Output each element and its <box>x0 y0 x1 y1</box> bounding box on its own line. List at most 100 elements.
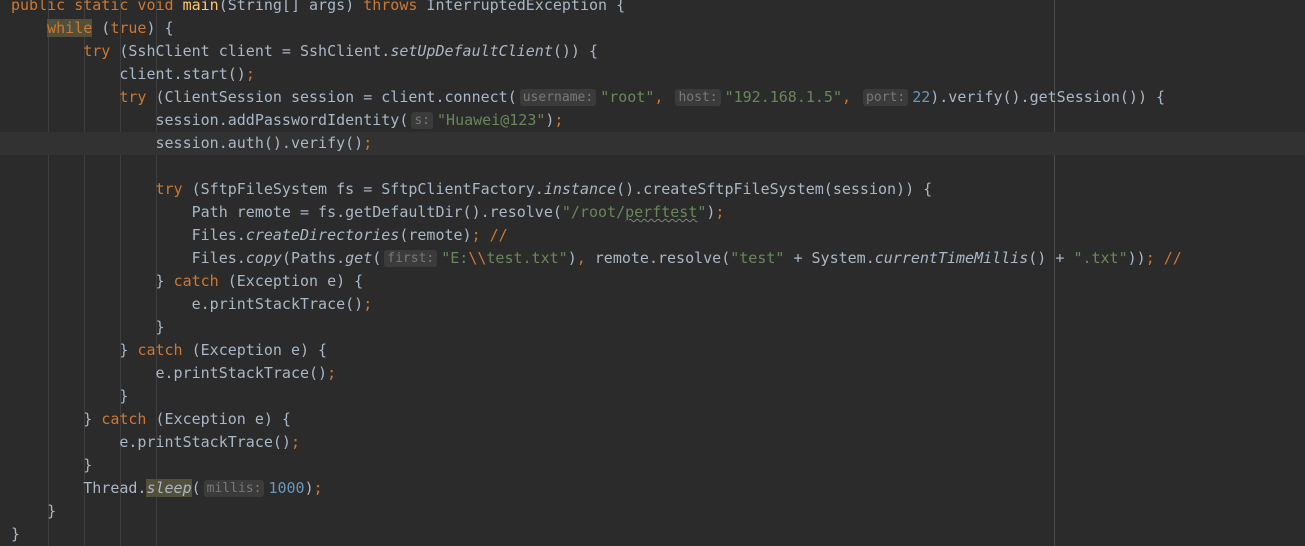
code-line[interactable]: } <box>0 316 1305 339</box>
code-token: (Exception e) { <box>182 341 328 359</box>
code-line[interactable]: e.printStackTrace(); <box>0 431 1305 454</box>
code-line[interactable]: e.printStackTrace(); <box>0 293 1305 316</box>
code-line[interactable]: } <box>0 523 1305 546</box>
code-line[interactable]: try (SshClient client = SshClient.setUpD… <box>0 40 1305 63</box>
parameter-hint: username: <box>519 89 597 106</box>
code-line[interactable]: } catch (Exception e) { <box>0 339 1305 362</box>
keyword-token: try <box>119 88 147 106</box>
code-token: (String[] args) <box>218 0 364 14</box>
code-line[interactable] <box>0 155 1305 178</box>
code-token: (Exception e) { <box>146 410 291 428</box>
code-line[interactable]: session.addPasswordIdentity(s: "Huawei@12… <box>0 109 1305 132</box>
code-token: } <box>11 502 57 520</box>
code-line[interactable]: session.auth().verify(); <box>0 132 1305 155</box>
code-line[interactable]: public static void main(String[] args) t… <box>0 0 1305 17</box>
code-line[interactable]: } <box>0 385 1305 408</box>
code-editor[interactable]: public static void main(String[] args) t… <box>0 0 1305 546</box>
keyword-token: , <box>841 88 861 106</box>
keyword-token: while <box>47 19 93 37</box>
code-token: ().createSftpFileSystem(session)) { <box>616 180 933 198</box>
parameter-hint: host: <box>675 89 721 106</box>
code-line[interactable]: Thread.sleep(millis: 1000); <box>0 477 1305 500</box>
code-token: } <box>11 318 165 336</box>
keyword-token: \\ <box>468 249 487 267</box>
code-token: session.addPasswordIdentity( <box>11 111 409 129</box>
code-token: (Exception e) { <box>218 272 364 290</box>
number-literal: 1000 <box>268 479 305 497</box>
code-token: } <box>11 525 21 543</box>
parameter-hint: first: <box>384 250 438 267</box>
code-token: )) <box>1127 249 1146 267</box>
parameter-hint: s: <box>411 112 434 129</box>
code-token: currentTimeMillis <box>874 249 1029 267</box>
code-line[interactable]: } catch (Exception e) { <box>0 270 1305 293</box>
code-token: ( <box>92 19 111 37</box>
code-token: (SftpFileSystem fs = SftpClientFactory. <box>182 180 544 198</box>
code-token: Files. <box>11 249 246 267</box>
parameter-hint: millis: <box>203 480 265 497</box>
code-token: } <box>11 341 138 359</box>
code-token: Thread. <box>11 479 147 497</box>
code-token: instance <box>543 180 617 198</box>
string-literal: "E: <box>441 249 469 267</box>
code-token: session.auth().verify() <box>11 134 364 152</box>
code-token: remote.resolve( <box>594 249 731 267</box>
keyword-token: ; <box>327 364 337 382</box>
code-line[interactable]: Files.createDirectories(remote); // <box>0 224 1305 247</box>
code-token: main <box>182 0 219 14</box>
code-line[interactable]: } <box>0 500 1305 523</box>
keyword-token: catch <box>101 410 147 428</box>
code-token: ( <box>191 479 201 497</box>
keyword-token: ; // <box>471 226 508 244</box>
code-token: (SshClient client = SshClient. <box>110 42 391 60</box>
keyword-token: ; <box>363 134 373 152</box>
code-line[interactable]: e.printStackTrace(); <box>0 362 1305 385</box>
code-line[interactable]: } <box>0 454 1305 477</box>
keyword-token: throws <box>363 0 418 14</box>
keyword-token: ; <box>290 433 300 451</box>
string-literal: "Huawei@123" <box>437 111 546 129</box>
code-token: Files. <box>11 226 246 244</box>
keyword-token: public static void <box>11 0 183 14</box>
code-line[interactable]: } catch (Exception e) { <box>0 408 1305 431</box>
code-token: Path remote = fs.getDefaultDir().resolve… <box>11 203 562 221</box>
code-line[interactable]: try (SftpFileSystem fs = SftpClientFacto… <box>0 178 1305 201</box>
parameter-hint: port: <box>863 89 909 106</box>
keyword-token: catch <box>137 341 183 359</box>
keyword-token: ; <box>363 295 373 313</box>
string-literal: ".txt" <box>1073 249 1128 267</box>
string-literal: "192.168.1.5" <box>724 88 842 106</box>
keyword-token: catch <box>173 272 219 290</box>
code-token: e.printStackTrace() <box>11 433 291 451</box>
number-literal: 22 <box>912 88 931 106</box>
string-literal: perftest <box>625 203 698 221</box>
code-line[interactable]: try (ClientSession session = client.conn… <box>0 86 1305 109</box>
code-token: createDirectories <box>245 226 400 244</box>
code-token: } <box>11 387 129 405</box>
code-token: + System. <box>784 249 875 267</box>
code-token: ) { <box>146 19 174 37</box>
code-token: get <box>345 249 373 267</box>
code-token: ).verify().getSession()) { <box>930 88 1166 106</box>
code-token: setUpDefaultClient <box>390 42 553 60</box>
code-token: e.printStackTrace() <box>11 364 328 382</box>
keyword-token: , <box>576 249 595 267</box>
code-token: ( <box>372 249 382 267</box>
code-token: ()) { <box>552 42 599 60</box>
code-token: () + <box>1028 249 1074 267</box>
keyword-token: ; <box>554 111 564 129</box>
code-line[interactable]: Files.copy(Paths.get(first: "E:\\test.txt… <box>0 247 1305 270</box>
code-token: (Paths. <box>281 249 346 267</box>
code-token: client.start() <box>11 65 246 83</box>
code-line[interactable]: Path remote = fs.getDefaultDir().resolve… <box>0 201 1305 224</box>
code-token: sleep <box>146 479 192 497</box>
code-line[interactable]: while (true) { <box>0 17 1305 40</box>
code-line[interactable]: client.start(); <box>0 63 1305 86</box>
keyword-token: true <box>110 19 147 37</box>
code-token: ) <box>567 249 577 267</box>
string-literal: "test" <box>730 249 785 267</box>
keyword-token: ; // <box>1145 249 1182 267</box>
